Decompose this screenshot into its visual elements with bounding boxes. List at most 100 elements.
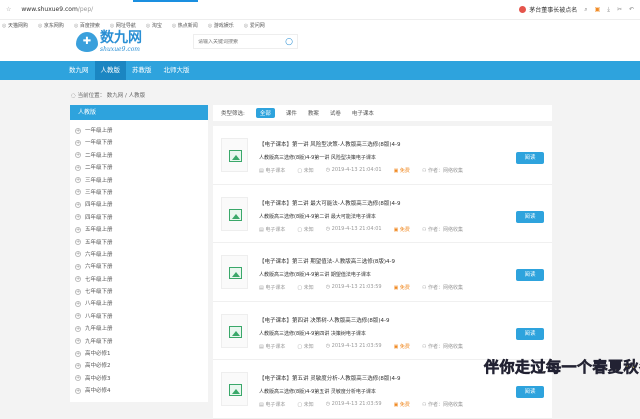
sidebar-item[interactable]: + 四年级下册 xyxy=(70,212,208,224)
filter-option[interactable]: 课件 xyxy=(286,109,297,117)
sidebar-item-label: 高中必修4 xyxy=(85,388,111,395)
logo-heart-icon: ✚ xyxy=(76,32,98,52)
site-logo[interactable]: ✚ 数九网 shuxue9.com xyxy=(76,31,142,53)
sidebar-item[interactable]: + 五年级上册 xyxy=(70,224,208,236)
meta-type: ▤ 电子课本 xyxy=(259,343,285,350)
item-title[interactable]: 【电子课本】第三讲 期望值法-人教版高三选修(8版)4-9 xyxy=(259,257,395,265)
search-input[interactable] xyxy=(198,38,283,45)
game-icon[interactable]: ▣ xyxy=(595,6,601,13)
search-icon[interactable]: ○ xyxy=(285,37,293,47)
nav-tab[interactable]: 数九网 xyxy=(63,61,95,80)
sidebar-item[interactable]: + 八年级下册 xyxy=(70,311,208,323)
meta-price-text: 免费 xyxy=(399,402,410,408)
meta-author: ⚇ 作者：网络收集 xyxy=(422,226,463,233)
file-thumbnail[interactable] xyxy=(221,138,248,172)
sidebar-item-label: 六年级下册 xyxy=(85,264,113,271)
bookmark-item[interactable]: 淘宝 xyxy=(146,22,162,29)
sidebar-item[interactable]: + 六年级上册 xyxy=(70,249,208,261)
read-button[interactable]: 阅读 xyxy=(516,152,544,164)
sidebar-item-label: 三年级下册 xyxy=(85,189,113,196)
item-title[interactable]: 【电子课本】第五讲 灵敏度分析-人教版高三选修(8版)4-9 xyxy=(259,374,401,382)
site-search: ○ xyxy=(193,34,298,49)
active-tab-indicator xyxy=(133,0,198,2)
item-title[interactable]: 【电子课本】第一讲 风险型决策-人教版高三选修(8版)4-9 xyxy=(259,140,401,148)
read-button[interactable]: 阅读 xyxy=(516,386,544,398)
sidebar-item[interactable]: + 二年级下册 xyxy=(70,162,208,174)
undo-icon[interactable]: ↶ xyxy=(629,6,634,13)
address-bar[interactable]: www.shuxue9.com/pep/ xyxy=(21,6,93,13)
sidebar-item[interactable]: + 高中必修4 xyxy=(70,385,208,397)
file-thumbnail[interactable] xyxy=(221,255,248,289)
read-button[interactable]: 阅读 xyxy=(516,210,544,223)
filter-option[interactable]: 试卷 xyxy=(330,109,341,117)
expand-icon: + xyxy=(75,177,81,184)
item-title[interactable]: 【电子课本】第四讲 决策树-人教版高三选修(8版)4-9 xyxy=(259,316,390,324)
hot-icon xyxy=(519,6,527,13)
sidebar-item[interactable]: + 七年级上册 xyxy=(70,274,208,286)
sidebar-item[interactable]: + 一年级下册 xyxy=(70,137,208,149)
meta-date-text: 2019-4-13 21:03:59 xyxy=(331,342,382,349)
sidebar-item[interactable]: + 高中必修1 xyxy=(70,348,208,360)
bookmark-item[interactable]: 百度搜索 xyxy=(74,22,100,29)
meta-date-text: 2019-4-13 21:03:59 xyxy=(331,284,382,290)
sidebar-item[interactable]: + 二年级上册 xyxy=(70,150,208,162)
sidebar-item[interactable]: + 四年级上册 xyxy=(70,199,208,211)
meta-size-text: 未知 xyxy=(303,168,314,174)
sidebar-item[interactable]: + 高中必修2 xyxy=(70,360,208,372)
meta-size: ▢ 未知 xyxy=(297,343,313,350)
meta-price: ▣ 免费 xyxy=(394,343,410,350)
sidebar-item[interactable]: + 七年级下册 xyxy=(70,286,208,298)
sidebar-item[interactable]: + 三年级下册 xyxy=(70,187,208,199)
filter-option[interactable]: 电子课本 xyxy=(352,109,374,117)
sidebar-item[interactable]: + 八年级上册 xyxy=(70,298,208,310)
meta-size: ▢ 未知 xyxy=(297,167,313,174)
sidebar-item-label: 七年级下册 xyxy=(85,289,113,296)
filter-option[interactable]: 教案 xyxy=(308,109,319,117)
sidebar-item[interactable]: + 高中必修3 xyxy=(70,373,208,385)
meta-type: ▤ 电子课本 xyxy=(259,167,285,174)
file-thumbnail[interactable] xyxy=(221,313,248,348)
nav-tab[interactable]: 苏教版 xyxy=(126,61,158,80)
meta-price-text: 免费 xyxy=(399,285,410,291)
scissors-icon[interactable]: ✂ xyxy=(617,6,622,13)
expand-icon: + xyxy=(75,375,81,382)
sidebar-item[interactable]: + 三年级上册 xyxy=(70,175,208,187)
meta-price: ▣ 免费 xyxy=(394,401,410,408)
bookmark-item[interactable]: 京东网购 xyxy=(38,22,64,29)
sidebar-item[interactable]: + 六年级下册 xyxy=(70,261,208,273)
meta-size-text: 未知 xyxy=(303,402,314,408)
sidebar-item[interactable]: + 九年级上册 xyxy=(70,323,208,335)
meta-author: ⚇ 作者：网络收集 xyxy=(422,343,463,350)
sidebar-item-label: 一年级上册 xyxy=(85,128,113,134)
meta-size: ▢ 未知 xyxy=(297,226,313,233)
nav-tab[interactable]: 人教版 xyxy=(94,61,126,80)
hot-search[interactable]: 茅台董事长被点名 xyxy=(519,5,577,14)
meta-date-text: 2019-4-13 21:04:01 xyxy=(331,167,382,173)
search-icon[interactable]: ⌕ xyxy=(584,6,587,14)
meta-author: ⚇ 作者：网络收集 xyxy=(422,401,463,408)
file-thumbnail[interactable] xyxy=(221,372,248,406)
sidebar-item[interactable]: + 九年级下册 xyxy=(70,336,208,348)
bookmark-item[interactable]: 天猫网购 xyxy=(2,22,28,29)
meta-author: ⚇ 作者：网络收集 xyxy=(422,284,463,291)
expand-icon: + xyxy=(75,387,81,394)
read-button[interactable]: 阅读 xyxy=(516,269,544,281)
filter-option[interactable]: 全部 xyxy=(255,108,275,118)
bookmark-item[interactable]: 爱问网 xyxy=(244,22,265,29)
download-icon[interactable]: ⤓ xyxy=(607,6,610,14)
bookmark-item[interactable]: 游戏娱乐 xyxy=(208,22,234,29)
sidebar-title: 人教版 xyxy=(70,105,208,120)
browser-toolbar: ☆ www.shuxue9.com/pep/ 茅台董事长被点名 ⌕ ▣ ⤓ ✂ … xyxy=(0,0,640,20)
file-thumbnail[interactable] xyxy=(221,196,248,231)
sidebar-item[interactable]: + 五年级下册 xyxy=(70,237,208,249)
bookmark-item[interactable]: 热点新闻 xyxy=(172,22,198,29)
read-button[interactable]: 阅读 xyxy=(516,327,544,340)
star-icon[interactable]: ☆ xyxy=(6,6,11,13)
item-title[interactable]: 【电子课本】第二讲 最大可能法-人教版高三选修(8版)4-9 xyxy=(259,199,401,207)
bookmark-item[interactable]: 网址导航 xyxy=(110,22,136,29)
meta-size-text: 未知 xyxy=(303,226,314,233)
sidebar-item[interactable]: + 一年级上册 xyxy=(70,125,208,137)
nav-tab[interactable]: 北师大版 xyxy=(158,61,196,80)
meta-date: ◷ 2019-4-13 21:04:01 xyxy=(326,167,382,174)
meta-author-text: 作者：网络收集 xyxy=(427,168,463,174)
